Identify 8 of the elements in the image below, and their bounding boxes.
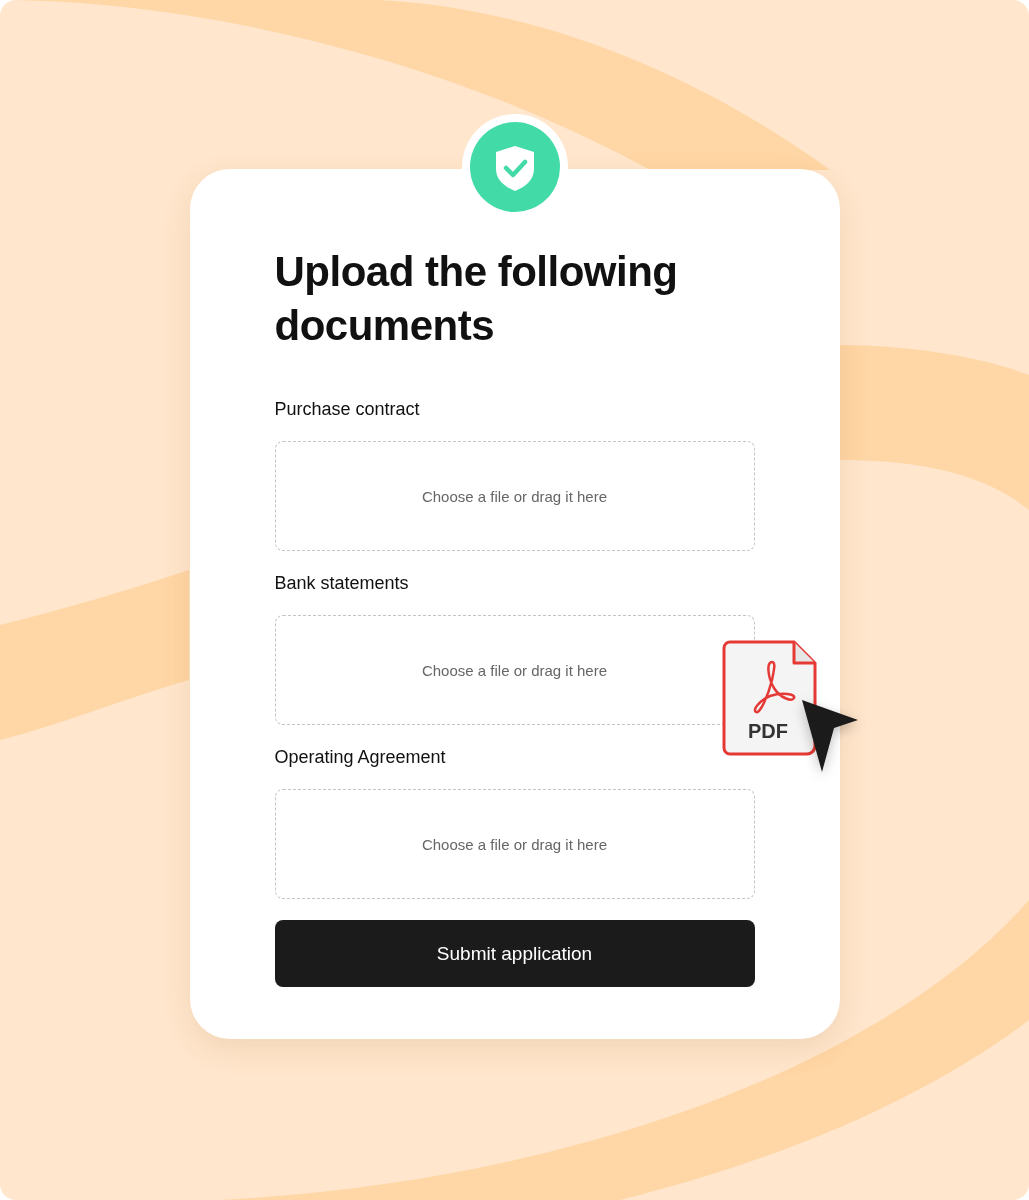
- submit-button[interactable]: Submit application: [274, 920, 755, 987]
- page-title: Upload the following documents: [274, 247, 679, 351]
- pdf-file-icon: [722, 640, 817, 756]
- field-label: Purchase contract: [274, 399, 421, 420]
- field-label: Bank statements: [274, 573, 410, 594]
- file-drop-zone[interactable]: Choose a file or drag it here: [274, 789, 755, 899]
- file-drop-zone[interactable]: Choose a file or drag it here: [274, 441, 755, 551]
- field-label: Operating Agreement: [274, 747, 447, 768]
